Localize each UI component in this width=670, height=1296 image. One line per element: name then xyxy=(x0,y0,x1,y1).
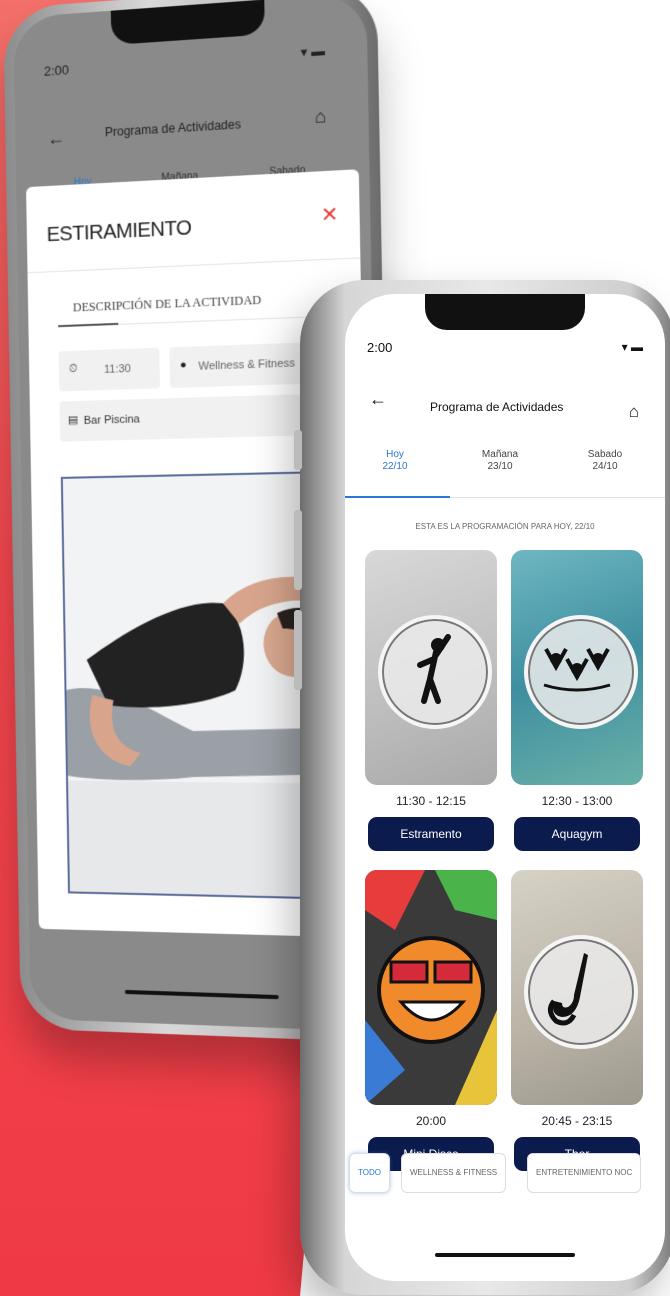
activity-button[interactable]: Aquagym xyxy=(514,817,640,851)
tab-hoy[interactable]: Hoy 22/10 xyxy=(350,449,440,473)
tab-label: Mañana xyxy=(481,449,519,460)
tab-label: Hoy xyxy=(386,449,404,460)
wifi-icon: ▾ xyxy=(621,340,628,354)
side-button xyxy=(294,610,302,690)
status-time: 2:00 xyxy=(43,62,70,79)
status-icons: ▾ ▬ xyxy=(300,43,325,61)
location-label: Bar Piscina xyxy=(83,413,140,428)
filter-chip-todo[interactable]: TODO xyxy=(349,1153,390,1193)
back-arrow-icon[interactable]: ← xyxy=(47,128,65,150)
back-arrow-icon[interactable]: ← xyxy=(369,389,387,410)
page-title: Programa de Actividades xyxy=(430,400,564,414)
home-indicator xyxy=(435,1253,575,1257)
activity-image xyxy=(511,550,643,785)
status-time: 2:00 xyxy=(367,340,393,355)
mini-disco-graffiti-image xyxy=(365,870,497,1105)
activity-time: 11:30 - 12:15 xyxy=(396,794,466,808)
schedule-info-text: ESTA ES LA PROGRAMACIÓN PARA HOY, 22/10 xyxy=(415,522,595,531)
tab-date: 23/10 xyxy=(487,461,513,472)
activity-image xyxy=(511,870,643,1105)
activity-time: 12:30 - 13:00 xyxy=(541,794,613,808)
side-button xyxy=(294,430,302,470)
stretching-icon xyxy=(378,614,492,729)
time-chip: ⏲ 11:30 xyxy=(58,347,160,392)
tab-date: 22/10 xyxy=(382,461,408,472)
status-icons: ▾ ▬ xyxy=(622,340,643,354)
wifi-icon: ▾ xyxy=(300,43,308,60)
activity-time: 20:45 - 23:15 xyxy=(541,1114,613,1128)
activity-image xyxy=(365,870,497,1105)
tab-manana[interactable]: Mañana 23/10 xyxy=(455,449,545,473)
notch xyxy=(110,0,265,46)
section-underline xyxy=(58,322,119,328)
front-phone: 2:00 ▾ ▬ ← Programa de Actividades ⌂ Hoy… xyxy=(294,280,670,1295)
tab-sabado[interactable]: Sabado 24/10 xyxy=(560,449,650,473)
home-icon[interactable]: ⌂ xyxy=(629,402,639,422)
time-label: 11:30 xyxy=(103,362,132,376)
home-indicator xyxy=(124,989,279,1000)
filter-chip-entretenimiento[interactable]: ENTRETENIMIENTO NOC xyxy=(527,1153,642,1193)
tag-icon: ● xyxy=(179,358,187,372)
activity-card[interactable]: 11:30 - 12:15 Estramento xyxy=(365,550,497,851)
day-tabs: Hoy 22/10 Mañana 23/10 Sabado 24/10 xyxy=(345,444,665,504)
side-button xyxy=(294,510,302,590)
filter-chip-wellness[interactable]: WELLNESS & FITNESS xyxy=(401,1153,507,1193)
divider xyxy=(27,257,361,274)
category-filter-bar: TODO WELLNESS & FITNESS ENTRETENIMIENTO … xyxy=(345,1153,665,1193)
clock-icon: ⏲ xyxy=(68,362,78,376)
activity-button[interactable]: Estramento xyxy=(368,817,494,851)
battery-icon: ▬ xyxy=(631,340,643,354)
close-icon[interactable]: ✕ xyxy=(320,201,339,228)
tab-date: 24/10 xyxy=(592,461,618,472)
modal-title: ESTIRAMIENTO xyxy=(46,217,192,247)
front-phone-screen: 2:00 ▾ ▬ ← Programa de Actividades ⌂ Hoy… xyxy=(345,294,665,1281)
activity-image xyxy=(365,550,497,785)
tab-label: Sabado xyxy=(587,449,623,460)
activity-card[interactable]: 20:00 Mini Disco xyxy=(365,870,497,1171)
aquagym-icon xyxy=(524,614,638,729)
activity-card[interactable]: 12:30 - 13:00 Aquagym xyxy=(511,550,643,851)
saxophone-icon xyxy=(524,934,638,1049)
activity-time: 20:00 xyxy=(415,1114,447,1128)
active-tab-indicator xyxy=(345,496,450,498)
activity-card[interactable]: 20:45 - 23:15 Tbor xyxy=(511,870,643,1171)
home-icon[interactable]: ⌂ xyxy=(314,106,326,128)
page-title: Programa de Actividades xyxy=(104,117,242,140)
category-label: Wellness & Fitness xyxy=(198,357,296,373)
battery-icon: ▬ xyxy=(311,42,326,60)
document-icon: ▤ xyxy=(67,414,79,427)
notch xyxy=(425,294,585,330)
section-label: DESCRIPCIÓN DE LA ACTIVIDAD xyxy=(72,292,262,315)
